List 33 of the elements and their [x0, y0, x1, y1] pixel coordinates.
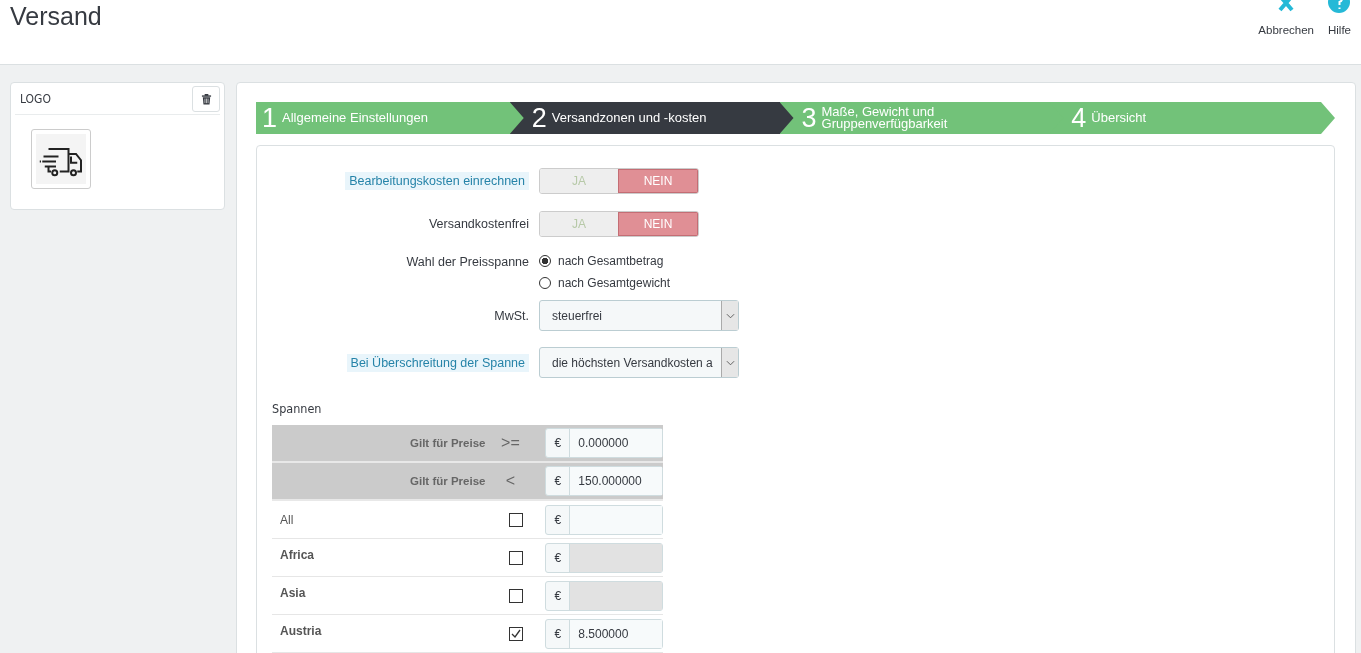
- operator: <: [504, 472, 517, 490]
- checkbox[interactable]: [509, 626, 524, 641]
- field-label: Bei Überschreitung der Spanne: [346, 353, 529, 372]
- caret-icon: [721, 348, 738, 377]
- radio-option[interactable]: nach Gesamtbetrag: [539, 254, 671, 268]
- field-label: Bearbeitungskosten einrechnen: [345, 172, 529, 190]
- field-label: Versandkostenfrei: [428, 217, 529, 231]
- zone-name: All: [279, 512, 295, 527]
- logo-card-title: LOGO: [20, 92, 51, 106]
- cancel-button[interactable]: Abbrechen: [1258, 0, 1314, 64]
- delete-button[interactable]: [192, 86, 220, 112]
- select-dropdown[interactable]: die höchsten Versandkosten a: [539, 347, 739, 378]
- price-input[interactable]: € 0.000000: [545, 428, 663, 458]
- price-input[interactable]: € 150.000000: [545, 466, 663, 496]
- zone-name: Austria: [279, 623, 323, 638]
- range-label: Gilt für Preise: [409, 437, 486, 449]
- help-button[interactable]: Hilfe: [1328, 0, 1351, 64]
- zone-name: Africa: [279, 547, 315, 562]
- section-title: Spannen: [272, 401, 323, 416]
- caret-icon: [721, 301, 738, 330]
- range-label: Gilt für Preise: [409, 475, 486, 487]
- select-dropdown[interactable]: steuerfrei: [539, 300, 739, 331]
- page-title: Versand: [9, 1, 103, 32]
- checkbox[interactable]: [509, 512, 524, 527]
- field-label: Wahl der Preisspanne: [406, 255, 529, 269]
- operator: >=: [500, 434, 521, 452]
- radio-button[interactable]: [539, 255, 551, 267]
- trash-icon: [200, 93, 212, 105]
- price-input[interactable]: € 8.500000: [545, 618, 663, 649]
- price-input[interactable]: €: [545, 504, 663, 535]
- radio-option[interactable]: nach Gesamtgewicht: [539, 276, 671, 290]
- field-label: MwSt.: [494, 308, 529, 323]
- zone-name: Asia: [279, 585, 307, 600]
